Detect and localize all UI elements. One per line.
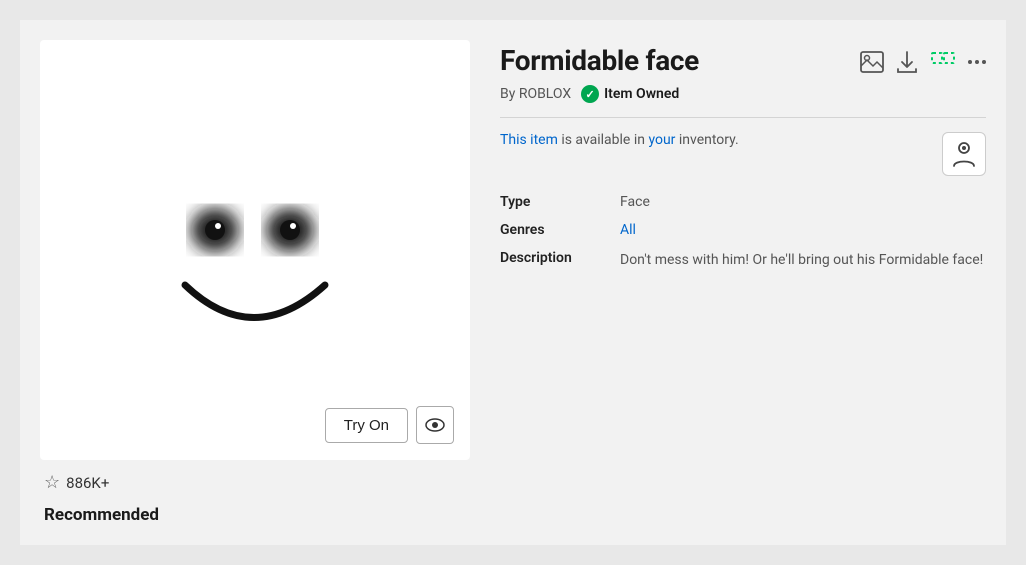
ar-icon <box>930 51 956 73</box>
by-row: By ROBLOX ✓ Item Owned <box>500 85 986 103</box>
header-icons <box>860 44 986 74</box>
preview-actions: Try On <box>325 406 454 444</box>
availability-your-word: your <box>648 132 675 148</box>
check-icon: ✓ <box>581 85 599 103</box>
genres-row: Genres All <box>500 222 986 238</box>
avatar-icon <box>952 140 976 168</box>
avatar-customize-button[interactable] <box>942 132 986 176</box>
eye-button[interactable] <box>416 406 454 444</box>
availability-middle: is available in <box>558 132 649 148</box>
page-container: Try On ☆ 886K+ Recommended Formidable fa… <box>20 20 1006 545</box>
item-header: Formidable face <box>500 44 986 77</box>
rating-row: ☆ 886K+ <box>40 472 470 493</box>
owned-badge: ✓ Item Owned <box>581 85 679 103</box>
details-table: Type Face Genres All Description Don't m… <box>500 194 986 271</box>
item-preview-box: Try On <box>40 40 470 460</box>
type-label: Type <box>500 194 620 210</box>
recommended-label: Recommended <box>40 505 470 525</box>
type-value: Face <box>620 194 650 210</box>
image-icon-button[interactable] <box>860 51 884 73</box>
face-illustration <box>115 110 395 390</box>
description-value: Don't mess with him! Or he'll bring out … <box>620 250 983 271</box>
owned-label: Item Owned <box>604 86 679 102</box>
download-icon <box>896 50 918 74</box>
availability-item-word: This item <box>500 132 558 148</box>
description-row: Description Don't mess with him! Or he'l… <box>500 250 986 271</box>
rating-count: 886K+ <box>66 474 109 492</box>
eye-icon <box>425 418 445 432</box>
more-dots-icon <box>968 60 986 64</box>
genres-value: All <box>620 222 636 238</box>
genres-label: Genres <box>500 222 620 238</box>
try-on-button[interactable]: Try On <box>325 408 408 443</box>
left-panel: Try On ☆ 886K+ Recommended <box>40 40 470 525</box>
by-roblox-label: By ROBLOX <box>500 86 571 102</box>
ar-icon-button[interactable] <box>930 51 956 73</box>
image-icon <box>860 51 884 73</box>
availability-text: This item is available in your inventory… <box>500 132 739 148</box>
description-label: Description <box>500 250 620 271</box>
availability-end: inventory. <box>675 132 738 148</box>
star-icon: ☆ <box>44 472 60 493</box>
download-icon-button[interactable] <box>896 50 918 74</box>
item-title: Formidable face <box>500 44 699 77</box>
right-panel: Formidable face <box>500 40 986 525</box>
divider <box>500 117 986 118</box>
type-row: Type Face <box>500 194 986 210</box>
more-options-button[interactable] <box>968 60 986 64</box>
availability-row: This item is available in your inventory… <box>500 132 986 176</box>
